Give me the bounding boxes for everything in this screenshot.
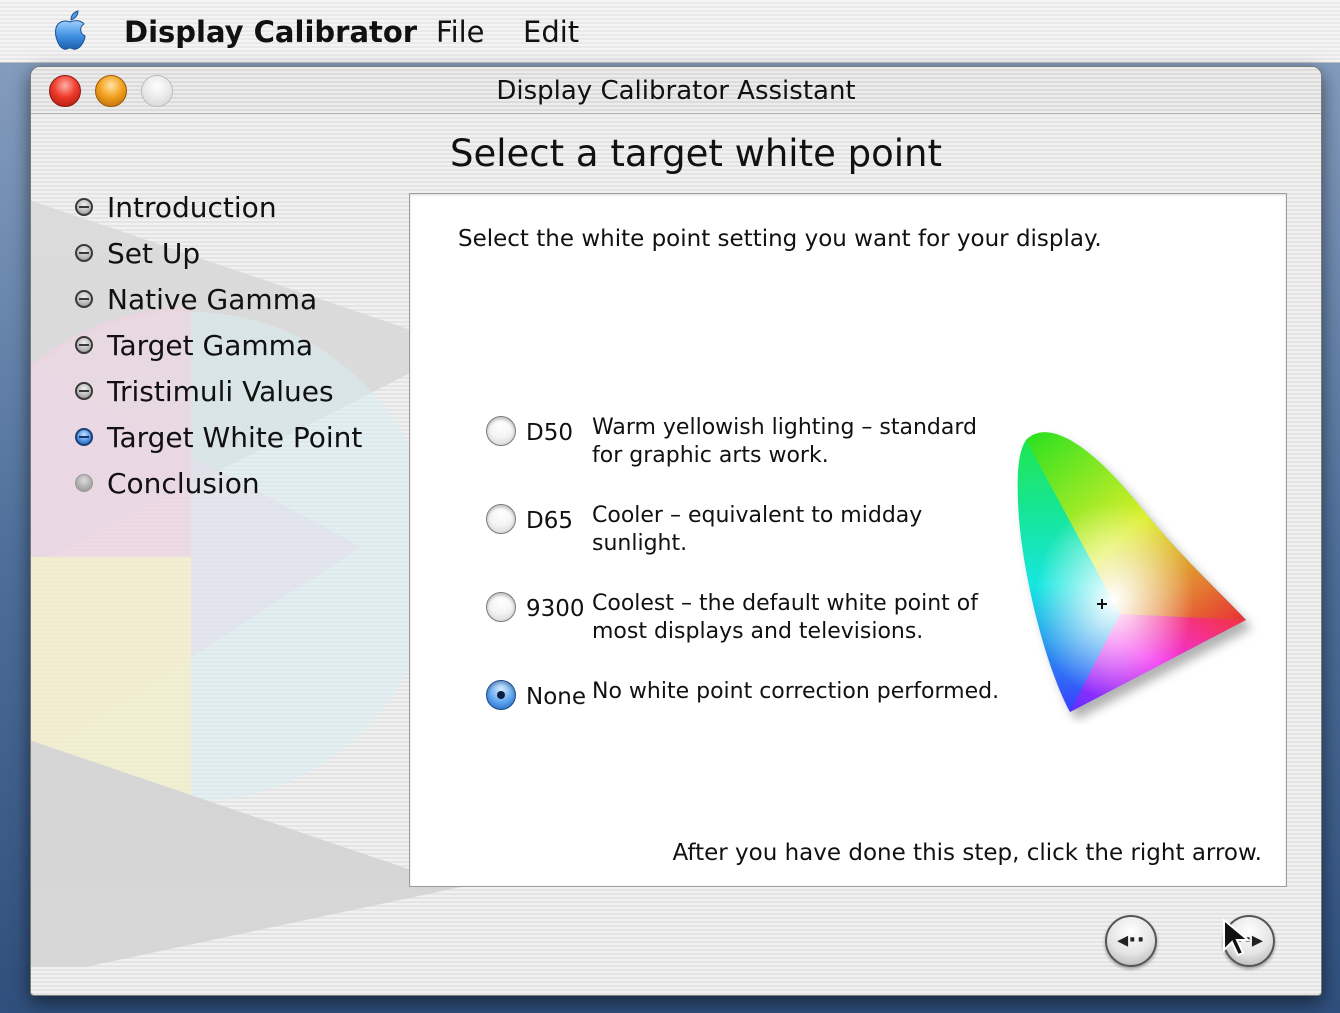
menu-bar: Display Calibrator File Edit — [0, 0, 1340, 63]
assistant-window: Display Calibrator Assistant Select a ta… — [30, 66, 1322, 996]
menu-app-name[interactable]: Display Calibrator — [124, 14, 417, 50]
step-done-icon — [75, 290, 93, 308]
chromaticity-diagram-icon — [1017, 432, 1246, 712]
option-name[interactable]: D65 — [526, 506, 573, 536]
back-button[interactable]: ◂·· — [1105, 915, 1157, 967]
step-done-icon — [75, 336, 93, 354]
radio-d65[interactable] — [486, 504, 516, 534]
step-pending-icon — [75, 474, 93, 492]
menu-edit[interactable]: Edit — [523, 14, 579, 50]
mouse-cursor-icon — [1223, 918, 1251, 957]
step-current-icon — [75, 428, 93, 446]
step-label: Set Up — [107, 237, 201, 270]
step-label: Target White Point — [107, 421, 363, 454]
step-done-icon — [75, 382, 93, 400]
menu-file[interactable]: File — [436, 14, 485, 50]
option-description: Coolest – the default white point of mos… — [592, 591, 979, 644]
option-description: Warm yellowish lighting – standard for g… — [592, 415, 977, 468]
step-label: Introduction — [107, 191, 277, 224]
window-title: Display Calibrator Assistant — [496, 76, 856, 106]
radio-d50[interactable] — [486, 416, 516, 446]
step-done-icon — [75, 244, 93, 262]
option-description: Cooler – equivalent to midday sunlight. — [592, 503, 923, 556]
option-name[interactable]: D50 — [526, 418, 573, 448]
step-label: Tristimuli Values — [107, 375, 334, 408]
option-name[interactable]: None — [526, 682, 586, 712]
radio-9300[interactable] — [486, 592, 516, 622]
back-arrow-icon: ◂·· — [1117, 928, 1145, 953]
step-label: Conclusion — [107, 467, 260, 500]
option-name[interactable]: 9300 — [526, 594, 585, 624]
option-description: No white point correction performed. — [592, 679, 1000, 704]
step-label: Native Gamma — [107, 283, 318, 316]
radio-none[interactable] — [486, 680, 516, 710]
apple-logo-icon[interactable] — [52, 10, 88, 52]
content-panel: Select the white point setting you want … — [409, 193, 1287, 887]
step-label: Target Gamma — [107, 329, 314, 362]
instruction-text: Select the white point setting you want … — [458, 226, 1102, 252]
after-step-note: After you have done this step, click the… — [672, 840, 1262, 866]
window-titlebar[interactable]: Display Calibrator Assistant — [31, 67, 1321, 114]
step-done-icon — [75, 198, 93, 216]
